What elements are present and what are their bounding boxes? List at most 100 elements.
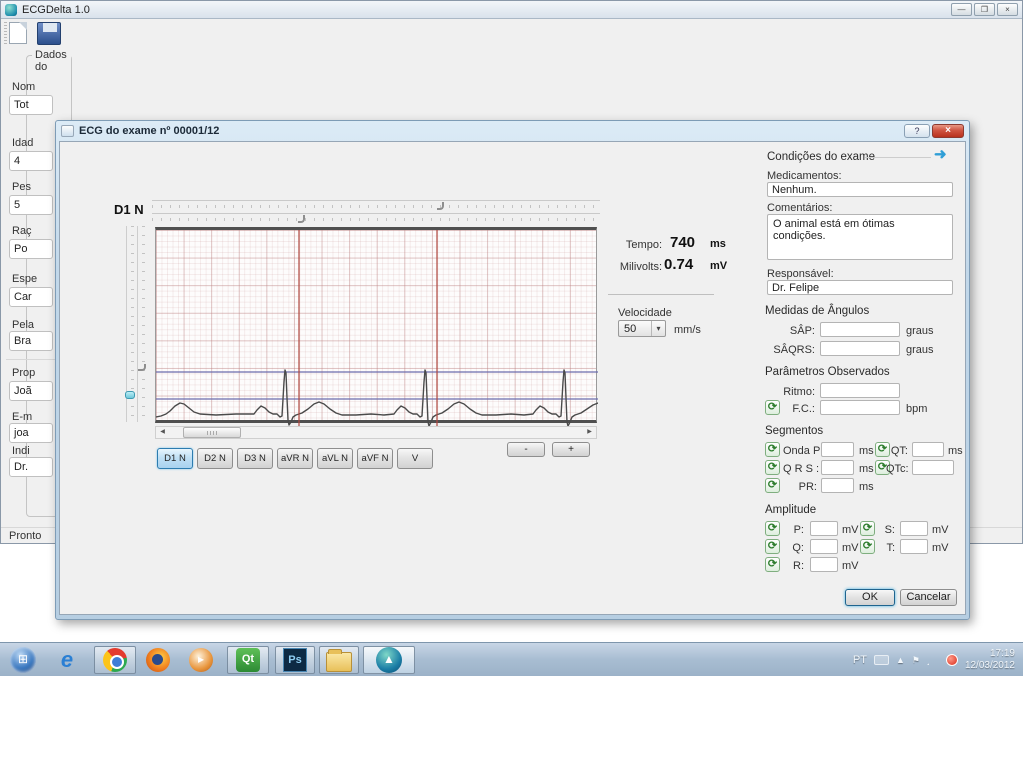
calc-qrs-icon[interactable]: ⟳ xyxy=(765,460,780,475)
time-cursor-handle-2[interactable] xyxy=(298,215,305,223)
ecg-plot[interactable] xyxy=(155,227,597,423)
calc-s-amp-icon[interactable]: ⟳ xyxy=(860,521,875,536)
help-icon[interactable]: ? xyxy=(904,124,930,138)
scrollbar-track[interactable] xyxy=(169,427,583,438)
dialog-title: ECG do exame nº 00001/12 xyxy=(79,125,219,137)
taskbar-item-chrome[interactable] xyxy=(94,646,136,674)
taskbar-item-explorer[interactable] xyxy=(319,646,359,674)
raca-field[interactable]: Po xyxy=(9,239,53,259)
peso-field[interactable]: 5 xyxy=(9,195,53,215)
toolbar-grip[interactable] xyxy=(4,22,7,44)
ecg-waveform xyxy=(156,230,598,426)
start-button[interactable]: ⊞ xyxy=(6,646,40,674)
lead-button-avrn[interactable]: aVR N xyxy=(277,448,313,469)
dialog-title-bar[interactable]: ECG do exame nº 00001/12 ? × xyxy=(59,121,966,141)
proprietario-field[interactable]: Joã xyxy=(9,381,53,401)
milivolts-value: 0.74 xyxy=(664,256,693,273)
show-hidden-icons[interactable]: ▲ xyxy=(896,655,905,665)
chevron-down-icon[interactable]: ▾ xyxy=(651,321,665,336)
scroll-right-icon[interactable]: ▶ xyxy=(583,427,596,438)
zoom-out-button[interactable]: - xyxy=(507,442,545,457)
calc-onda-p-icon[interactable]: ⟳ xyxy=(765,442,780,457)
r-amp-field[interactable] xyxy=(810,557,838,572)
scroll-left-icon[interactable]: ◀ xyxy=(156,427,169,438)
time-cursor-handle-1[interactable] xyxy=(437,202,444,210)
velocidade-select[interactable]: 50 ▾ xyxy=(618,320,666,337)
fc-field[interactable] xyxy=(820,400,900,415)
pelagem-field[interactable]: Bra xyxy=(9,331,53,351)
plot-scrollbar[interactable]: ◀ ▶ xyxy=(155,426,597,439)
t-amp-field[interactable] xyxy=(900,539,928,554)
medicamentos-field[interactable]: Nenhum. xyxy=(767,182,953,197)
lead-button-avln[interactable]: aVL N xyxy=(317,448,353,469)
taskbar-item-ecgdelta[interactable]: ▲ xyxy=(363,646,415,674)
q-amp-label: Q: xyxy=(782,542,804,554)
indicacao-field[interactable]: Dr. xyxy=(9,457,53,477)
antivirus-icon[interactable] xyxy=(946,654,958,666)
level-cursor-ruler-1[interactable] xyxy=(126,226,136,422)
responsavel-label: Responsável: xyxy=(767,268,834,280)
level-cursor-handle-2[interactable] xyxy=(138,364,146,371)
level-cursor-handle-cyan[interactable] xyxy=(125,391,135,399)
ritmo-field[interactable] xyxy=(820,383,900,398)
keyboard-icon[interactable] xyxy=(874,655,889,665)
email-field[interactable]: joa xyxy=(9,423,53,443)
nome-field[interactable]: Tot xyxy=(9,95,53,115)
idade-field[interactable]: 4 xyxy=(9,151,53,171)
pr-label: PR: xyxy=(783,481,817,493)
saqrs-label: SÂQRS: xyxy=(770,344,815,356)
onda-p-field[interactable] xyxy=(821,442,854,457)
clock[interactable]: 17:19 12/03/2012 xyxy=(965,648,1015,672)
ok-button[interactable]: OK xyxy=(845,589,895,606)
calc-t-amp-icon[interactable]: ⟳ xyxy=(860,539,875,554)
p-amp-field[interactable] xyxy=(810,521,838,536)
restore-icon[interactable]: ❐ xyxy=(974,3,995,16)
network-signal-icon[interactable] xyxy=(927,655,939,665)
comentarios-field[interactable]: O animal está em ótimas condições. xyxy=(767,214,953,260)
main-title-bar[interactable]: ECGDelta 1.0 — ❐ × xyxy=(1,1,1022,19)
field-label-raca: Raç xyxy=(12,225,32,237)
scrollbar-thumb[interactable] xyxy=(183,427,241,438)
calc-qt-icon[interactable]: ⟳ xyxy=(875,442,890,457)
calc-fc-icon[interactable]: ⟳ xyxy=(765,400,780,415)
action-center-flag-icon[interactable]: ⚑ xyxy=(912,655,920,666)
close-icon[interactable]: × xyxy=(997,3,1018,16)
language-indicator[interactable]: PT xyxy=(853,654,867,666)
lead-button-v[interactable]: V xyxy=(397,448,433,469)
level-cursor-ruler-2[interactable] xyxy=(137,226,147,422)
s-amp-field[interactable] xyxy=(900,521,928,536)
time-cursor-ruler-2[interactable] xyxy=(152,213,600,223)
sap-field[interactable] xyxy=(820,322,900,337)
pr-field[interactable] xyxy=(821,478,854,493)
saqrs-field[interactable] xyxy=(820,341,900,356)
save-icon[interactable] xyxy=(37,22,61,45)
lead-button-d3n[interactable]: D3 N xyxy=(237,448,273,469)
lead-button-d1n[interactable]: D1 N xyxy=(157,448,193,469)
responsavel-field[interactable]: Dr. Felipe xyxy=(767,280,953,295)
lead-button-d2n[interactable]: D2 N xyxy=(197,448,233,469)
taskbar-item-ie[interactable]: e xyxy=(50,646,84,674)
dialog-close-icon[interactable]: × xyxy=(932,124,964,138)
cancel-button[interactable]: Cancelar xyxy=(900,589,957,606)
saqrs-unit: graus xyxy=(906,344,934,356)
new-exam-icon[interactable] xyxy=(9,22,27,44)
zoom-in-button[interactable]: + xyxy=(552,442,590,457)
time-cursor-ruler-1[interactable] xyxy=(152,200,600,210)
next-arrow-icon[interactable]: ➜ xyxy=(934,145,947,163)
qtc-field[interactable] xyxy=(912,460,954,475)
calc-r-amp-icon[interactable]: ⟳ xyxy=(765,557,780,572)
qt-field[interactable] xyxy=(912,442,944,457)
milivolts-unit: mV xyxy=(710,260,727,272)
calc-p-amp-icon[interactable]: ⟳ xyxy=(765,521,780,536)
taskbar-item-photoshop[interactable]: Ps xyxy=(275,646,315,674)
lead-button-avfn[interactable]: aVF N xyxy=(357,448,393,469)
taskbar-item-media-player[interactable]: ▸ xyxy=(184,646,218,674)
taskbar-item-firefox[interactable] xyxy=(141,646,175,674)
calc-q-amp-icon[interactable]: ⟳ xyxy=(765,539,780,554)
especie-field[interactable]: Car xyxy=(9,287,53,307)
minimize-icon[interactable]: — xyxy=(951,3,972,16)
q-amp-field[interactable] xyxy=(810,539,838,554)
taskbar-item-qt[interactable]: Qt xyxy=(227,646,269,674)
calc-pr-icon[interactable]: ⟳ xyxy=(765,478,780,493)
qrs-field[interactable] xyxy=(821,460,854,475)
